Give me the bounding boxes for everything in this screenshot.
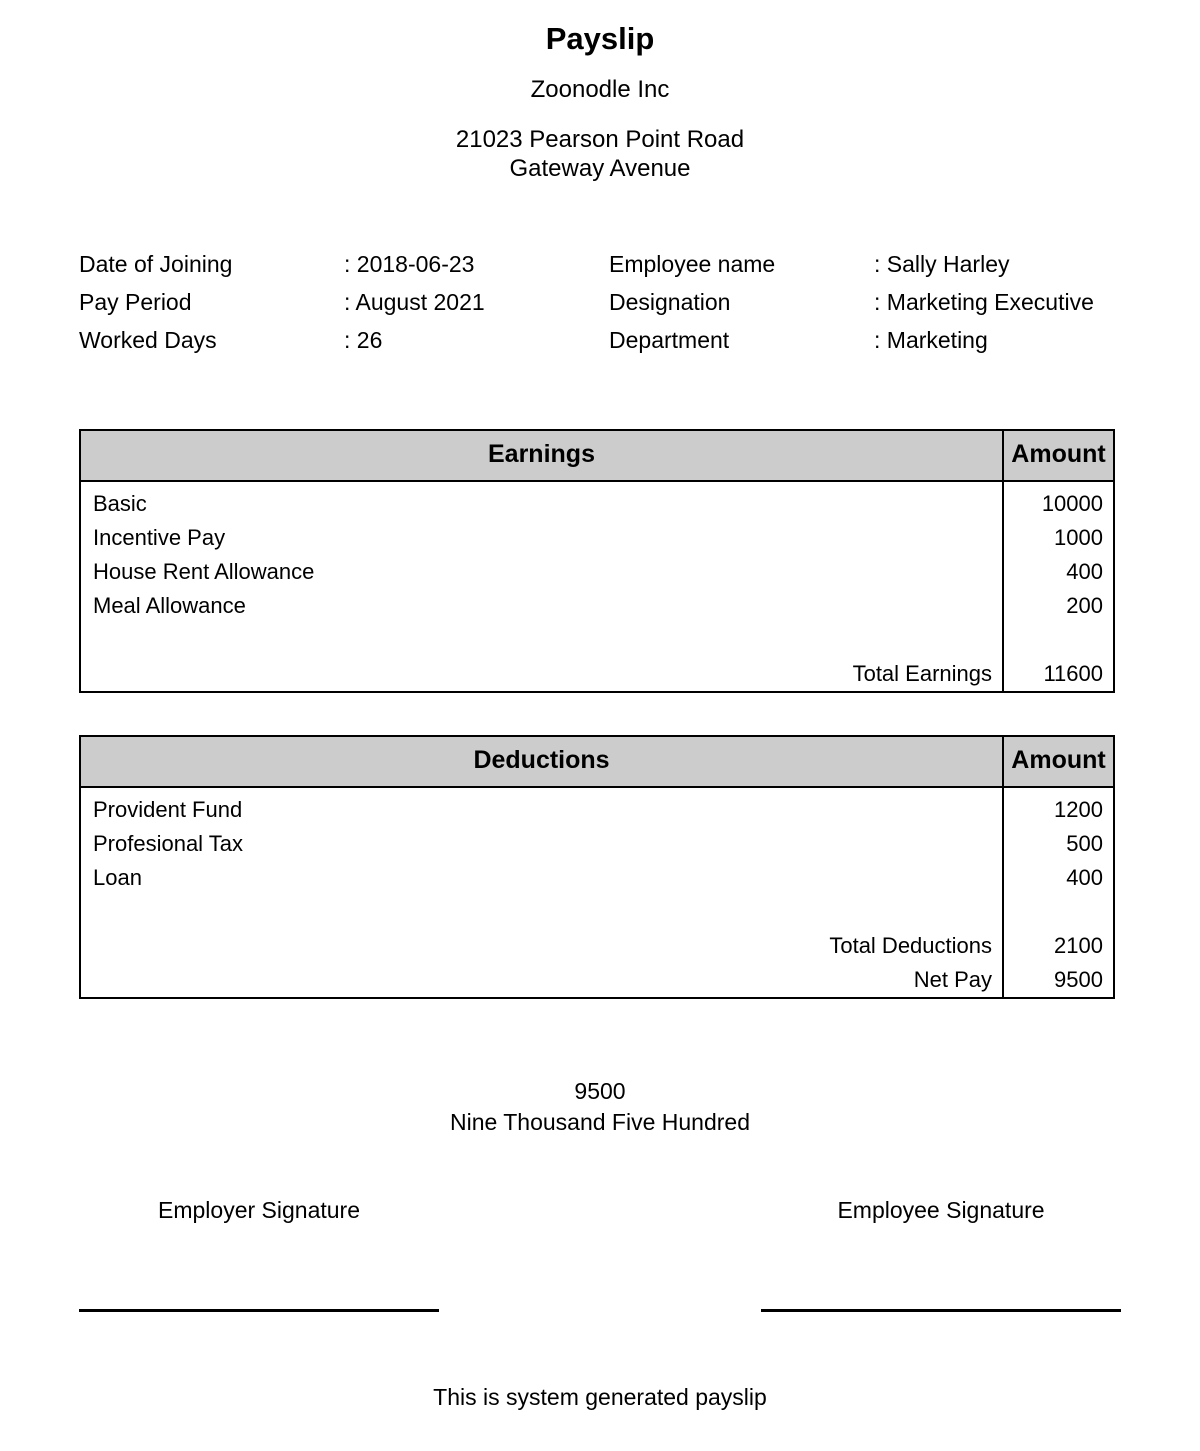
employee-signature-line xyxy=(761,1309,1121,1313)
employee-info-section: Date of Joining : 2018-06-23 Pay Period … xyxy=(0,246,1200,360)
spacer-cell xyxy=(80,895,1003,929)
earnings-row-amount: 400 xyxy=(1002,555,1114,590)
info-value-designation: : Marketing Executive xyxy=(874,289,1094,316)
net-pay-summary-amount: 9500 xyxy=(574,1078,626,1105)
info-value-worked-days: : 26 xyxy=(344,327,383,354)
spacer-cell xyxy=(80,623,1003,657)
info-row-designation: Designation : Marketing Executive xyxy=(609,284,1119,322)
table-total-row: Total Earnings 11600 xyxy=(80,657,1114,693)
info-label-worked-days: Worked Days xyxy=(79,327,217,354)
signature-lines xyxy=(0,1309,1200,1313)
info-row-date-of-joining: Date of Joining : 2018-06-23 xyxy=(79,246,609,284)
deductions-row-label: Provident Fund xyxy=(93,797,243,823)
total-earnings-label: Total Earnings xyxy=(852,661,992,687)
table-row: Provident Fund 1200 xyxy=(80,787,1114,828)
company-address-line-2: Gateway Avenue xyxy=(509,154,691,182)
info-value-pay-period: : August 2021 xyxy=(344,289,485,316)
info-row-pay-period: Pay Period : August 2021 xyxy=(79,284,609,322)
deductions-section: Deductions Amount Provident Fund 1200 Pr… xyxy=(0,735,1200,1000)
table-row: Meal Allowance 200 xyxy=(80,589,1114,624)
payslip-document: Payslip Zoonodle Inc 21023 Pearson Point… xyxy=(0,0,1200,1451)
earnings-header-description: Earnings xyxy=(80,430,1003,483)
table-spacer-row xyxy=(80,623,1114,658)
earnings-table-header-row: Earnings Amount xyxy=(80,430,1114,483)
net-pay-summary: 9500 Nine Thousand Five Hundred xyxy=(0,1076,1200,1138)
table-row: Incentive Pay 1000 xyxy=(80,521,1114,556)
earnings-row-label: Meal Allowance xyxy=(93,593,246,619)
deductions-row-amount: 400 xyxy=(1002,861,1114,896)
info-value-date-of-joining: : 2018-06-23 xyxy=(344,251,475,278)
employer-signature-block: Employer Signature xyxy=(79,1197,439,1224)
table-row: Loan 400 xyxy=(80,861,1114,896)
table-row: Profesional Tax 500 xyxy=(80,827,1114,862)
earnings-table: Earnings Amount Basic 10000 Incentive Pa… xyxy=(79,429,1115,694)
table-total-row: Net Pay 9500 xyxy=(80,963,1114,999)
deductions-row-amount: 1200 xyxy=(1002,787,1114,828)
earnings-row-label: Incentive Pay xyxy=(93,525,226,551)
net-pay-label: Net Pay xyxy=(913,967,992,993)
total-deductions-amount: 2100 xyxy=(1002,929,1114,964)
deductions-header-amount: Amount xyxy=(1002,736,1114,789)
spacer-cell-amount xyxy=(1002,623,1114,658)
info-value-department: : Marketing xyxy=(874,327,988,354)
net-pay-amount: 9500 xyxy=(1002,963,1114,999)
info-row-worked-days: Worked Days : 26 xyxy=(79,322,609,360)
table-row: House Rent Allowance 400 xyxy=(80,555,1114,590)
net-pay-summary-words: Nine Thousand Five Hundred xyxy=(449,1109,751,1136)
employee-signature-label: Employee Signature xyxy=(837,1197,1045,1224)
table-row: Basic 10000 xyxy=(80,481,1114,522)
page-title: Payslip xyxy=(545,21,655,56)
earnings-row-amount: 1000 xyxy=(1002,521,1114,556)
deductions-row-label: Loan xyxy=(93,865,142,891)
earnings-row-amount: 200 xyxy=(1002,589,1114,624)
employee-info-right-column: Employee name : Sally Harley Designation… xyxy=(609,246,1119,360)
info-label-designation: Designation xyxy=(609,289,731,316)
signature-labels: Employer Signature Employee Signature xyxy=(0,1197,1200,1224)
info-row-employee-name: Employee name : Sally Harley xyxy=(609,246,1119,284)
table-spacer-row xyxy=(80,895,1114,930)
deductions-header-description: Deductions xyxy=(80,736,1003,789)
employee-signature-block: Employee Signature xyxy=(761,1197,1121,1224)
deductions-table: Deductions Amount Provident Fund 1200 Pr… xyxy=(79,735,1115,1000)
info-label-department: Department xyxy=(609,327,730,354)
earnings-row-amount: 10000 xyxy=(1002,481,1114,522)
info-label-date-of-joining: Date of Joining xyxy=(79,251,233,278)
company-address-line-1: 21023 Pearson Point Road xyxy=(455,125,745,153)
table-total-row: Total Deductions 2100 xyxy=(80,929,1114,964)
employer-signature-line xyxy=(79,1309,439,1313)
earnings-row-label: Basic xyxy=(93,491,147,517)
info-row-department: Department : Marketing xyxy=(609,322,1119,360)
info-label-employee-name: Employee name xyxy=(609,251,776,278)
table-separator xyxy=(0,693,1200,735)
spacer-cell-amount xyxy=(1002,895,1114,930)
deductions-table-header-row: Deductions Amount xyxy=(80,736,1114,789)
employer-signature-label: Employer Signature xyxy=(158,1197,360,1224)
employee-info-left-column: Date of Joining : 2018-06-23 Pay Period … xyxy=(79,246,609,360)
total-deductions-label: Total Deductions xyxy=(829,933,992,959)
earnings-row-label: House Rent Allowance xyxy=(93,559,315,585)
deductions-row-amount: 500 xyxy=(1002,827,1114,862)
company-name: Zoonodle Inc xyxy=(530,76,670,104)
footer-note: This is system generated payslip xyxy=(433,1384,767,1411)
total-earnings-amount: 11600 xyxy=(1002,657,1114,693)
document-header: Payslip Zoonodle Inc 21023 Pearson Point… xyxy=(0,0,1200,183)
info-value-employee-name: : Sally Harley xyxy=(874,251,1010,278)
company-address: 21023 Pearson Point Road Gateway Avenue xyxy=(0,125,1200,184)
earnings-header-amount: Amount xyxy=(1002,430,1114,483)
deductions-row-label: Profesional Tax xyxy=(93,831,244,857)
earnings-section: Earnings Amount Basic 10000 Incentive Pa… xyxy=(0,429,1200,694)
info-label-pay-period: Pay Period xyxy=(79,289,192,316)
